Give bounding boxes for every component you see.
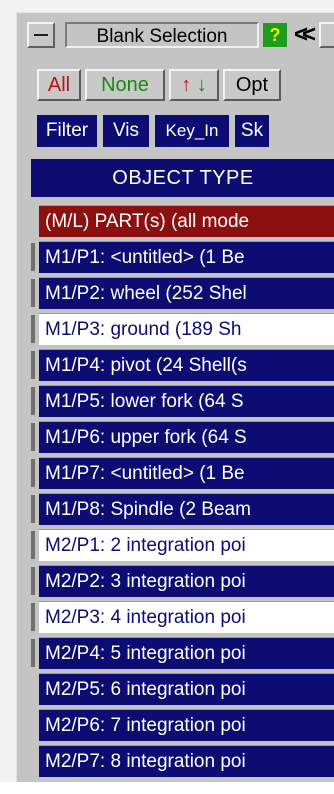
list-item[interactable]: M2/P7: 8 integration poi	[39, 745, 334, 777]
collapse-icon[interactable]: <<	[289, 22, 316, 48]
list-item[interactable]: M2/P5: 6 integration poi	[39, 673, 334, 705]
title-bar: Blank Selection ? <<	[17, 13, 334, 57]
panel-title: Blank Selection	[65, 22, 259, 48]
all-button[interactable]: All	[37, 69, 81, 101]
list-item[interactable]: (M/L) PART(s) (all mode	[39, 205, 334, 237]
list-scroll-marker	[31, 531, 35, 559]
list-item[interactable]: M1/P2: wheel (252 Shel	[39, 277, 334, 309]
list-item[interactable]: M2/P3: 4 integration poi	[39, 601, 334, 633]
blank-selection-panel: Blank Selection ? << All None ↑ ↓ Opt Fi…	[16, 12, 334, 783]
key-in-button[interactable]: Key_In	[155, 115, 229, 147]
list-scroll-marker	[31, 567, 35, 595]
list-scroll-marker	[31, 387, 35, 415]
list-scroll-marker	[31, 423, 35, 451]
list-item[interactable]: M1/P6: upper fork (64 S	[39, 421, 334, 453]
window-button[interactable]	[319, 22, 334, 48]
list-item[interactable]: M2/P1: 2 integration poi	[39, 529, 334, 561]
sort-down-icon: ↓	[196, 74, 207, 96]
none-button[interactable]: None	[85, 69, 165, 101]
list-item[interactable]: M1/P5: lower fork (64 S	[39, 385, 334, 417]
list-item[interactable]: M1/P1: <untitled> (1 Be	[39, 241, 334, 273]
list-scroll-marker	[31, 279, 35, 307]
list-item[interactable]: M2/P2: 3 integration poi	[39, 565, 334, 597]
object-type-header[interactable]: OBJECT TYPE	[31, 159, 334, 197]
list-scroll-marker	[31, 639, 35, 667]
list-scroll-marker	[31, 603, 35, 631]
sk-button[interactable]: Sk	[235, 115, 269, 147]
list-item[interactable]: M2/P6: 7 integration poi	[39, 709, 334, 741]
opt-button[interactable]: Opt	[223, 69, 281, 101]
list-item[interactable]: M2/P4: 5 integration poi	[39, 637, 334, 669]
list-scroll-marker	[31, 243, 35, 271]
list-item[interactable]: M1/P4: pivot (24 Shell(s	[39, 349, 334, 381]
list-scroll-marker	[31, 459, 35, 487]
sort-button[interactable]: ↑ ↓	[169, 69, 219, 101]
help-icon[interactable]: ?	[263, 23, 287, 47]
list-item[interactable]: M1/P8: Spindle (2 Beam	[39, 493, 334, 525]
bottom-strip	[0, 782, 334, 794]
object-list: (M/L) PART(s) (all mode M1/P1: <untitled>…	[31, 203, 334, 783]
list-item[interactable]: M1/P3: ground (189 Sh	[39, 313, 334, 345]
list-scroll-marker	[31, 351, 35, 379]
list-item[interactable]: M1/P7: <untitled> (1 Be	[39, 457, 334, 489]
list-scroll-marker	[31, 495, 35, 523]
vis-button[interactable]: Vis	[103, 115, 149, 147]
minimize-button[interactable]	[27, 22, 55, 48]
filter-button[interactable]: Filter	[37, 115, 97, 147]
sort-up-icon: ↑	[181, 74, 192, 96]
list-scroll-marker	[31, 315, 35, 343]
